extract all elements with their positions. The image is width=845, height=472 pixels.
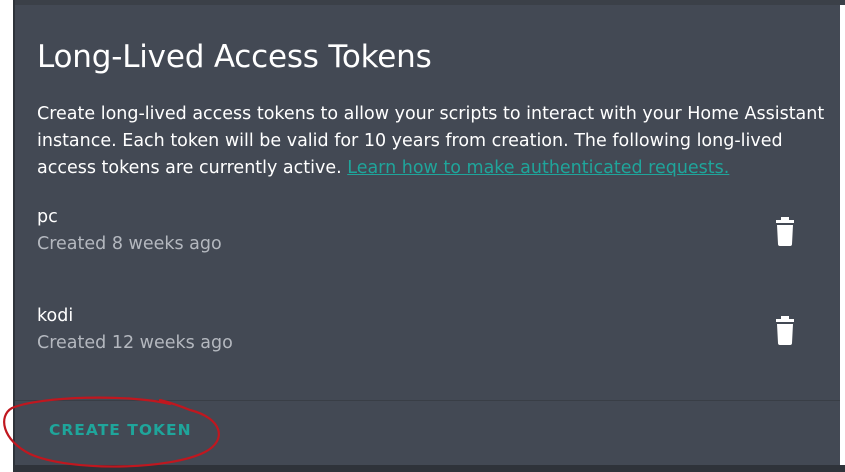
card-edge-bottom xyxy=(13,465,845,472)
token-item: kodi Created 12 weeks ago xyxy=(15,306,840,366)
trash-icon xyxy=(776,217,794,246)
page: Long-Lived Access Tokens Create long-liv… xyxy=(0,0,845,472)
card-title: Long-Lived Access Tokens xyxy=(37,39,432,75)
learn-more-link[interactable]: Learn how to make authenticated requests… xyxy=(347,158,729,178)
card-actions-divider xyxy=(15,400,840,401)
token-created: Created 12 weeks ago xyxy=(37,333,233,353)
token-name: kodi xyxy=(37,306,74,326)
card-description: Create long-lived access tokens to allow… xyxy=(37,101,837,182)
delete-token-button[interactable] xyxy=(770,316,800,350)
create-token-button[interactable]: CREATE TOKEN xyxy=(39,415,202,445)
delete-token-button[interactable] xyxy=(770,217,800,251)
token-name: pc xyxy=(37,207,58,227)
token-created: Created 8 weeks ago xyxy=(37,234,222,254)
token-item: pc Created 8 weeks ago xyxy=(15,207,840,267)
trash-icon xyxy=(776,316,794,345)
tokens-card: Long-Lived Access Tokens Create long-liv… xyxy=(15,5,840,465)
